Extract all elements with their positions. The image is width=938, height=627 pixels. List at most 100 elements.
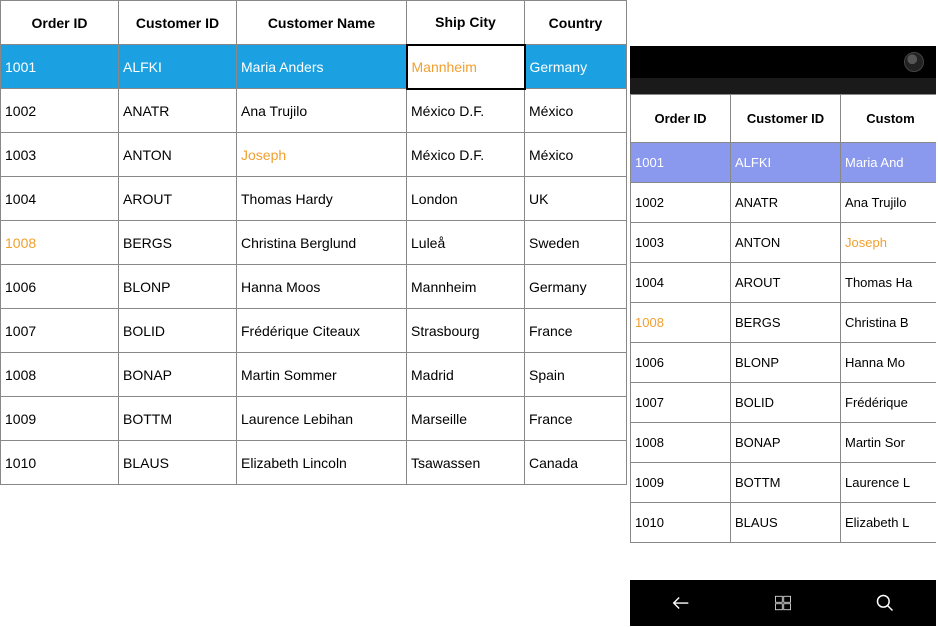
grid-cell[interactable]: BONAP [731, 423, 841, 463]
main-header-order-id[interactable]: Order ID [1, 1, 119, 45]
grid-cell[interactable]: BLAUS [731, 503, 841, 543]
main-header-customer-id[interactable]: Customer ID [119, 1, 237, 45]
grid-cell[interactable]: Martin Sommer [237, 353, 407, 397]
grid-cell[interactable]: Laurence L [841, 463, 937, 503]
grid-cell[interactable]: Laurence Lebihan [237, 397, 407, 441]
grid-cell[interactable]: 1010 [631, 503, 731, 543]
grid-cell[interactable]: BLONP [119, 265, 237, 309]
grid-cell[interactable]: Ana Trujilo [237, 89, 407, 133]
grid-cell[interactable]: Strasbourg [407, 309, 525, 353]
table-row[interactable]: 1001ALFKIMaria And [631, 143, 937, 183]
table-row[interactable]: 1007BOLIDFrédérique [631, 383, 937, 423]
phone-header-customer-name[interactable]: Custom [841, 95, 937, 143]
grid-cell[interactable]: Thomas Ha [841, 263, 937, 303]
table-row[interactable]: 1002ANATRAna Trujilo [631, 183, 937, 223]
grid-cell[interactable]: Sweden [525, 221, 627, 265]
grid-cell[interactable]: Martin Sor [841, 423, 937, 463]
grid-cell[interactable]: Frédérique Citeaux [237, 309, 407, 353]
table-row[interactable]: 1008BONAPMartin SommerMadridSpain [1, 353, 627, 397]
grid-cell[interactable]: Mannheim [407, 265, 525, 309]
grid-cell[interactable]: Madrid [407, 353, 525, 397]
nav-search-button[interactable] [855, 587, 915, 619]
main-header-country[interactable]: Country [525, 1, 627, 45]
grid-cell[interactable]: México [525, 133, 627, 177]
grid-cell[interactable]: Christina Berglund [237, 221, 407, 265]
grid-cell[interactable]: ALFKI [119, 45, 237, 89]
table-row[interactable]: 1010BLAUSElizabeth LincolnTsawassenCanad… [1, 441, 627, 485]
table-row[interactable]: 1009BOTTMLaurence L [631, 463, 937, 503]
grid-cell[interactable]: ALFKI [731, 143, 841, 183]
grid-cell[interactable]: ANATR [731, 183, 841, 223]
table-row[interactable]: 1007BOLIDFrédérique CiteauxStrasbourgFra… [1, 309, 627, 353]
grid-cell[interactable]: AROUT [119, 177, 237, 221]
grid-cell[interactable]: BLAUS [119, 441, 237, 485]
grid-cell[interactable]: Luleå [407, 221, 525, 265]
main-header-customer-name[interactable]: Customer Name [237, 1, 407, 45]
phone-content-area[interactable]: Order ID Customer ID Custom 1001ALFKIMar… [630, 94, 936, 580]
grid-cell[interactable]: AROUT [731, 263, 841, 303]
grid-cell[interactable]: Joseph [237, 133, 407, 177]
grid-cell[interactable]: Canada [525, 441, 627, 485]
table-row[interactable]: 1001ALFKIMaria AndersMannheimGermany [1, 45, 627, 89]
grid-cell[interactable]: BOLID [119, 309, 237, 353]
grid-cell[interactable]: BOTTM [731, 463, 841, 503]
nav-back-button[interactable] [651, 587, 711, 619]
grid-cell[interactable]: 1007 [631, 383, 731, 423]
phone-header-order-id[interactable]: Order ID [631, 95, 731, 143]
grid-cell[interactable]: 1009 [631, 463, 731, 503]
grid-cell[interactable]: BERGS [731, 303, 841, 343]
table-row[interactable]: 1008BERGSChristina B [631, 303, 937, 343]
table-row[interactable]: 1003ANTONJosephMéxico D.F.México [1, 133, 627, 177]
grid-cell[interactable]: 1008 [1, 353, 119, 397]
table-row[interactable]: 1006BLONPHanna MoosMannheimGermany [1, 265, 627, 309]
grid-cell[interactable]: 1008 [1, 221, 119, 265]
grid-cell[interactable]: London [407, 177, 525, 221]
grid-cell[interactable]: 1008 [631, 423, 731, 463]
grid-cell[interactable]: Germany [525, 45, 627, 89]
grid-cell[interactable]: ANATR [119, 89, 237, 133]
grid-cell[interactable]: Elizabeth Lincoln [237, 441, 407, 485]
table-row[interactable]: 1006BLONPHanna Mo [631, 343, 937, 383]
grid-cell[interactable]: Christina B [841, 303, 937, 343]
grid-cell[interactable]: Maria Anders [237, 45, 407, 89]
grid-cell[interactable]: 1006 [1, 265, 119, 309]
grid-cell[interactable]: Hanna Mo [841, 343, 937, 383]
grid-cell[interactable]: México D.F. [407, 133, 525, 177]
grid-cell[interactable]: 1009 [1, 397, 119, 441]
grid-cell[interactable]: Elizabeth L [841, 503, 937, 543]
grid-cell[interactable]: 1006 [631, 343, 731, 383]
phone-header-customer-id[interactable]: Customer ID [731, 95, 841, 143]
table-row[interactable]: 1002ANATRAna TrujiloMéxico D.F.México [1, 89, 627, 133]
phone-data-grid[interactable]: Order ID Customer ID Custom 1001ALFKIMar… [630, 94, 936, 543]
grid-cell[interactable]: 1008 [631, 303, 731, 343]
table-row[interactable]: 1010BLAUSElizabeth L [631, 503, 937, 543]
grid-cell[interactable]: Frédérique [841, 383, 937, 423]
grid-cell[interactable]: Maria And [841, 143, 937, 183]
grid-cell[interactable]: BONAP [119, 353, 237, 397]
grid-cell[interactable]: 1010 [1, 441, 119, 485]
grid-cell[interactable]: 1002 [1, 89, 119, 133]
grid-cell[interactable]: 1003 [1, 133, 119, 177]
grid-cell[interactable]: 1003 [631, 223, 731, 263]
grid-cell[interactable]: 1001 [1, 45, 119, 89]
grid-cell[interactable]: Germany [525, 265, 627, 309]
grid-cell[interactable]: 1004 [631, 263, 731, 303]
table-row[interactable]: 1004AROUTThomas HardyLondonUK [1, 177, 627, 221]
grid-cell[interactable]: France [525, 309, 627, 353]
table-row[interactable]: 1009BOTTMLaurence LebihanMarseilleFrance [1, 397, 627, 441]
grid-cell[interactable]: Tsawassen [407, 441, 525, 485]
grid-cell[interactable]: BOLID [731, 383, 841, 423]
table-row[interactable]: 1004AROUTThomas Ha [631, 263, 937, 303]
grid-cell[interactable]: Thomas Hardy [237, 177, 407, 221]
grid-cell[interactable]: 1001 [631, 143, 731, 183]
nav-home-button[interactable] [753, 587, 813, 619]
grid-cell[interactable]: Marseille [407, 397, 525, 441]
grid-cell[interactable]: 1002 [631, 183, 731, 223]
grid-cell[interactable]: 1007 [1, 309, 119, 353]
grid-cell[interactable]: Joseph [841, 223, 937, 263]
table-row[interactable]: 1003ANTONJoseph [631, 223, 937, 263]
grid-cell[interactable]: ANTON [731, 223, 841, 263]
grid-cell[interactable]: Ana Trujilo [841, 183, 937, 223]
table-row[interactable]: 1008BERGSChristina BerglundLuleåSweden [1, 221, 627, 265]
grid-cell[interactable]: BLONP [731, 343, 841, 383]
